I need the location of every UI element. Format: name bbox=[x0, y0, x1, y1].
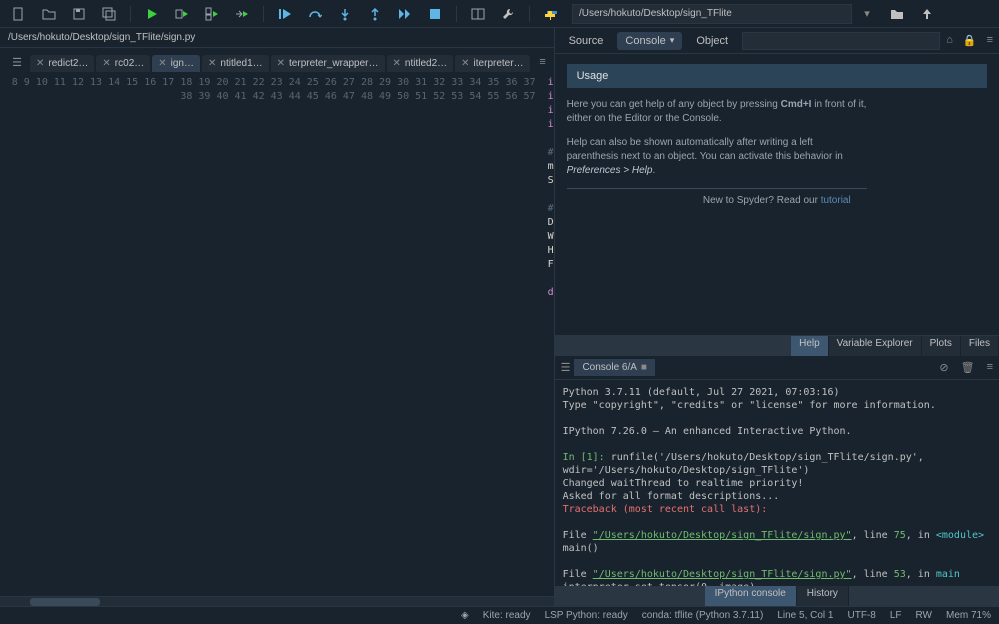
pane-tab-variable-explorer[interactable]: Variable Explorer bbox=[829, 336, 922, 356]
working-dir-input[interactable] bbox=[572, 4, 852, 24]
traceback-code: main() bbox=[563, 542, 991, 555]
folder-open-icon[interactable] bbox=[38, 3, 60, 25]
console-line: Changed waitThread to realtime priority! bbox=[563, 477, 991, 490]
usage-header: Usage bbox=[567, 64, 987, 88]
run-cell-icon[interactable] bbox=[171, 3, 193, 25]
console-line: Type "copyright", "credits" or "license"… bbox=[563, 399, 991, 412]
editor-hscrollbar[interactable] bbox=[0, 596, 554, 606]
eol[interactable]: LF bbox=[890, 610, 902, 621]
save-icon[interactable] bbox=[68, 3, 90, 25]
chevron-down-icon[interactable]: ▾ bbox=[856, 3, 878, 25]
debug-stop-icon[interactable] bbox=[424, 3, 446, 25]
traceback-frame: File "/Users/hokuto/Desktop/sign_TFlite/… bbox=[563, 529, 991, 542]
editor-tab[interactable]: ✕terpreter_wrapper… bbox=[271, 55, 385, 72]
console-kernel-tab[interactable]: Console 6/A■ bbox=[574, 359, 655, 376]
cursor-pos: Line 5, Col 1 bbox=[777, 610, 833, 621]
console-line: Python 3.7.11 (default, Jul 27 2021, 07:… bbox=[563, 386, 991, 399]
save-all-icon[interactable] bbox=[98, 3, 120, 25]
run-cell-next-icon[interactable] bbox=[201, 3, 223, 25]
debug-step-icon[interactable] bbox=[304, 3, 326, 25]
editor-tab[interactable]: ✕ntitled2… bbox=[387, 55, 454, 72]
editor-tab[interactable]: ✕ntitled1… bbox=[202, 55, 269, 72]
console-list-icon[interactable]: ☰ bbox=[561, 361, 571, 374]
editor-tabbar: ☰ ✕redict2…✕rc02…✕ign…✕ntitled1…✕terpret… bbox=[0, 48, 554, 72]
editor-tab[interactable]: ✕redict2… bbox=[30, 55, 94, 72]
pane-tab-help[interactable]: Help bbox=[791, 336, 829, 356]
parent-dir-icon[interactable] bbox=[916, 3, 938, 25]
right-pane: Source Console ▾ Object ⌂ 🔒 ≡ Usage Here… bbox=[555, 28, 999, 606]
statusbar: ◈ Kite: ready LSP Python: ready conda: t… bbox=[0, 606, 999, 624]
rw-status: RW bbox=[916, 610, 932, 621]
conda-env[interactable]: conda: tflite (Python 3.7.11) bbox=[642, 610, 764, 621]
help-panel: Usage Here you can get help of any objec… bbox=[555, 54, 999, 336]
mem-status: Mem 71% bbox=[946, 610, 991, 621]
debug-step-out-icon[interactable] bbox=[364, 3, 386, 25]
bottom-tab-ipython-console[interactable]: IPython console bbox=[705, 586, 797, 606]
python-icon[interactable] bbox=[540, 3, 562, 25]
right-pane-tabs: HelpVariable ExplorerPlotsFiles bbox=[555, 336, 999, 356]
help-paragraph-2: Help can also be shown automatically aft… bbox=[567, 136, 867, 178]
tab-list-icon[interactable]: ☰ bbox=[6, 52, 28, 72]
editor-tab[interactable]: ✕ign… bbox=[152, 55, 200, 72]
tutorial-link-line: New to Spyder? Read our tutorial bbox=[567, 195, 987, 206]
console-header: ☰ Console 6/A■ ⊘ 🗑 ≡ bbox=[555, 356, 999, 380]
console-tab[interactable]: Console ▾ bbox=[617, 32, 682, 50]
console-input-line: In [1]: runfile('/Users/hokuto/Desktop/s… bbox=[563, 451, 991, 477]
wrench-icon[interactable] bbox=[497, 3, 519, 25]
hamburger-icon[interactable]: ≡ bbox=[987, 34, 993, 47]
new-file-icon[interactable] bbox=[8, 3, 30, 25]
editor-options-icon[interactable]: ≡ bbox=[532, 52, 554, 72]
pane-tab-files[interactable]: Files bbox=[961, 336, 999, 356]
help-paragraph-1: Here you can get help of any object by p… bbox=[567, 98, 867, 126]
editor-tab[interactable]: ✕iterpreter… bbox=[455, 55, 529, 72]
home-icon[interactable]: ⌂ bbox=[946, 34, 953, 47]
run-icon[interactable] bbox=[141, 3, 163, 25]
console-pane-tabs: IPython consoleHistory bbox=[555, 586, 999, 606]
file-path: /Users/hokuto/Desktop/sign_TFlite/sign.p… bbox=[0, 28, 554, 48]
debug-icon[interactable] bbox=[274, 3, 296, 25]
clear-icon[interactable]: 🗑 bbox=[961, 361, 975, 374]
layout-icon[interactable] bbox=[467, 3, 489, 25]
object-tab[interactable]: Object bbox=[688, 32, 736, 50]
lock-icon[interactable]: 🔒 bbox=[963, 34, 977, 47]
folder-browse-icon[interactable] bbox=[886, 3, 908, 25]
kite-icon: ◈ bbox=[461, 610, 469, 621]
main-toolbar: ▾ bbox=[0, 0, 999, 28]
ipython-console[interactable]: Python 3.7.11 (default, Jul 27 2021, 07:… bbox=[555, 380, 999, 586]
object-input[interactable] bbox=[742, 32, 940, 50]
interrupt-icon[interactable]: ⊘ bbox=[939, 361, 948, 374]
traceback-frame: File "/Users/hokuto/Desktop/sign_TFlite/… bbox=[563, 568, 991, 581]
bottom-tab-history[interactable]: History bbox=[797, 586, 849, 606]
run-selection-icon[interactable] bbox=[231, 3, 253, 25]
console-line: IPython 7.26.0 — An enhanced Interactive… bbox=[563, 425, 991, 438]
tutorial-link[interactable]: tutorial bbox=[821, 195, 851, 206]
source-tab[interactable]: Source bbox=[561, 32, 612, 50]
traceback-header: Traceback (most recent call last): bbox=[563, 503, 991, 516]
debug-step-into-icon[interactable] bbox=[334, 3, 356, 25]
encoding[interactable]: UTF-8 bbox=[847, 610, 875, 621]
editor-tab[interactable]: ✕rc02… bbox=[96, 55, 150, 72]
debug-continue-icon[interactable] bbox=[394, 3, 416, 25]
console-options-icon[interactable]: ≡ bbox=[987, 361, 993, 374]
editor-pane: /Users/hokuto/Desktop/sign_TFlite/sign.p… bbox=[0, 28, 555, 606]
lsp-status: LSP Python: ready bbox=[545, 610, 628, 621]
pane-tab-plots[interactable]: Plots bbox=[922, 336, 961, 356]
help-toolbar: Source Console ▾ Object ⌂ 🔒 ≡ bbox=[555, 28, 999, 54]
console-line: Asked for all format descriptions... bbox=[563, 490, 991, 503]
code-editor[interactable]: 8 9 10 11 12 13 14 15 16 17 18 19 20 21 … bbox=[0, 72, 554, 596]
kite-status: Kite: ready bbox=[483, 610, 531, 621]
